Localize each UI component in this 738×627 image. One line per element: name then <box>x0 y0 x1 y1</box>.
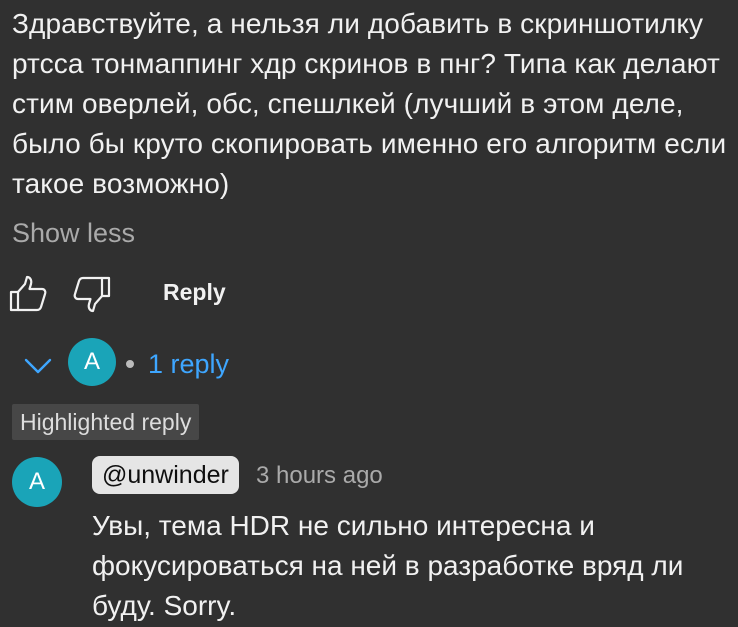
reply-button[interactable]: Reply <box>163 276 226 308</box>
reply-author-name[interactable]: @unwinder <box>92 456 239 494</box>
chevron-down-icon <box>24 358 52 374</box>
view-replies-toggle[interactable]: A 1 reply <box>16 338 276 394</box>
highlighted-reply-badge: Highlighted reply <box>12 404 200 440</box>
dislike-button[interactable] <box>70 272 114 316</box>
reply-count-label: 1 reply <box>148 349 230 379</box>
thumbs-up-icon <box>9 275 47 312</box>
like-button[interactable] <box>6 272 50 316</box>
thumbs-down-icon <box>73 276 111 313</box>
reply-text: Увы, тема HDR не сильно интересна и фоку… <box>92 510 684 621</box>
comment-text: Здравствуйте, а нельзя ли добавить в скр… <box>12 8 727 199</box>
reply-timestamp[interactable]: 3 hours ago <box>256 458 383 494</box>
comment-action-row: Reply <box>0 270 400 316</box>
reply-author-avatar[interactable]: A <box>12 457 62 507</box>
separator-dot <box>126 360 134 368</box>
replier-avatar: A <box>68 338 116 386</box>
show-less-button[interactable]: Show less <box>12 213 135 253</box>
